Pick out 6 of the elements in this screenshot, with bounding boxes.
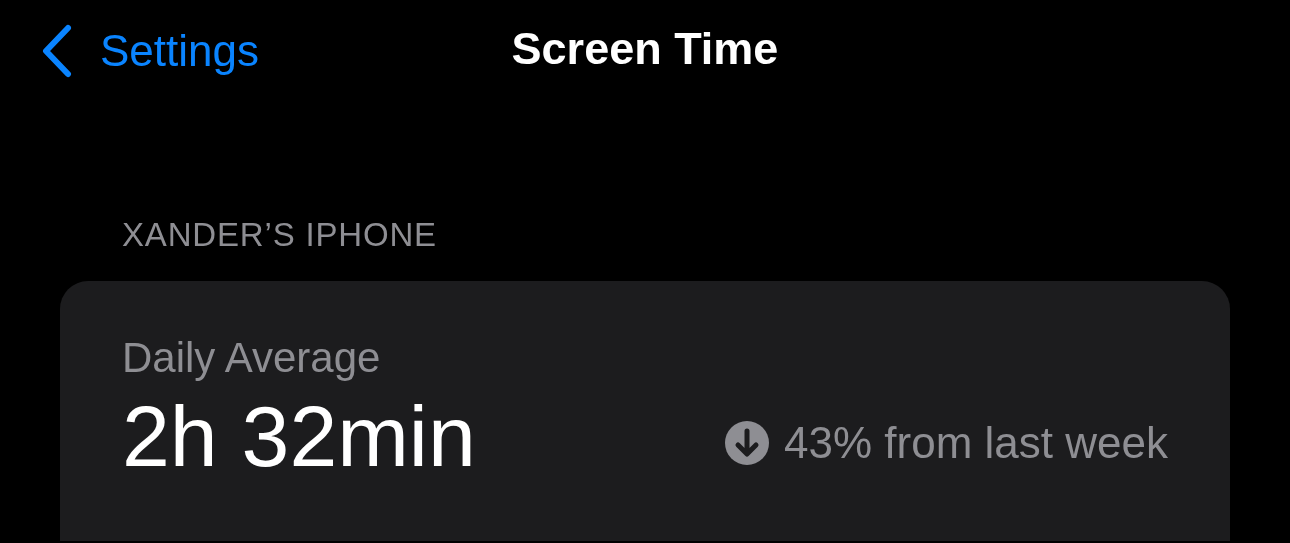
section-header: XANDER’S IPHONE	[122, 218, 438, 251]
card-label: Daily Average	[122, 337, 382, 379]
change-text: 43% from last week	[784, 421, 1168, 465]
daily-average-value: 2h 32min	[122, 393, 476, 479]
back-button[interactable]: Settings	[38, 24, 259, 78]
screen-title: Screen Time	[511, 26, 779, 71]
